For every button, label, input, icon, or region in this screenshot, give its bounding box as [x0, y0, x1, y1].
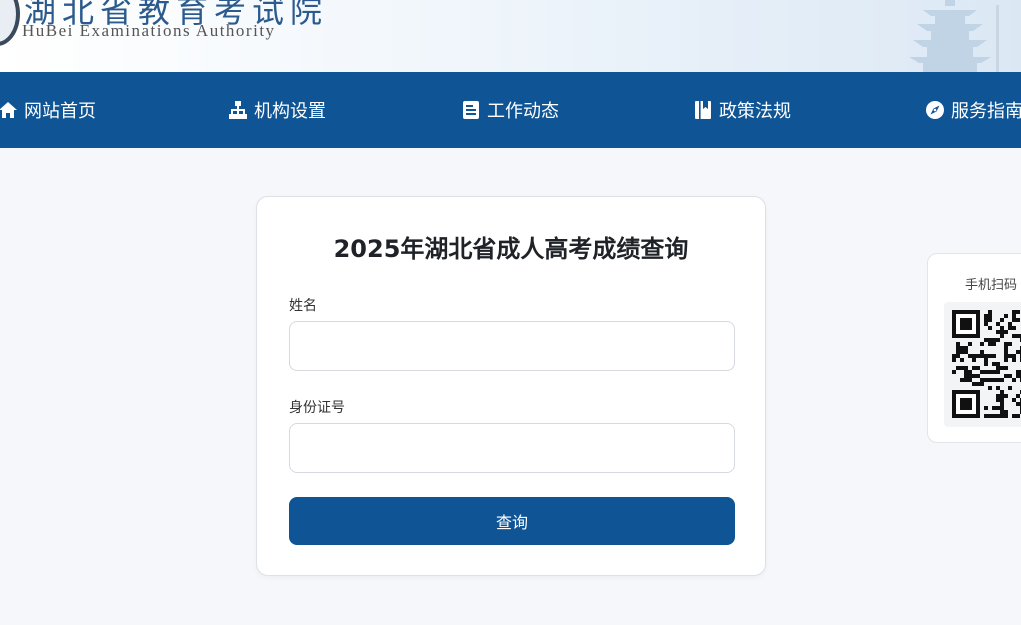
pagoda-illustration — [909, 0, 991, 72]
id-number-input[interactable] — [289, 423, 735, 473]
nav-item-label: 政策法规 — [719, 101, 791, 122]
qr-label: 手机扫码 — [965, 278, 1018, 293]
nav-item-label: 网站首页 — [24, 101, 96, 122]
name-label: 姓名 — [289, 298, 317, 314]
site-title-en: HuBei Examinations Authority — [22, 21, 276, 40]
nav-item-policy[interactable]: 政策法规 — [693, 72, 791, 148]
nav-item-home[interactable]: 网站首页 — [0, 72, 96, 148]
id-number-label: 身份证号 — [289, 400, 345, 416]
nav-item-news[interactable]: 工作动态 — [461, 72, 559, 148]
nav-item-service-guide[interactable]: 服务指南 — [925, 72, 1021, 148]
main-nav: 网站首页 机构设置 工作动态 政策法规 服务指南 — [0, 72, 1021, 148]
nav-item-organization[interactable]: 机构设置 — [228, 72, 326, 148]
compass-icon — [926, 101, 944, 119]
qr-code-image — [952, 310, 1021, 418]
qr-code-panel: 手机扫码 — [927, 253, 1021, 443]
logo-seal — [0, 0, 20, 46]
nav-item-label: 机构设置 — [254, 101, 326, 122]
nav-item-label: 服务指南 — [951, 101, 1021, 122]
banner-decoration — [996, 5, 999, 72]
document-icon — [463, 101, 479, 119]
sitemap-icon — [229, 101, 247, 119]
name-input[interactable] — [289, 321, 735, 371]
query-button[interactable]: 查询 — [289, 497, 735, 545]
home-icon — [0, 102, 17, 118]
book-icon — [695, 101, 711, 119]
header-banner: 湖北省教育考试院 HuBei Examinations Authority — [0, 0, 1021, 72]
nav-item-label: 工作动态 — [487, 101, 559, 122]
form-title: 2025年湖北省成人高考成绩查询 — [333, 235, 689, 263]
query-form-card: 2025年湖北省成人高考成绩查询 姓名 身份证号 查询 — [256, 196, 766, 576]
